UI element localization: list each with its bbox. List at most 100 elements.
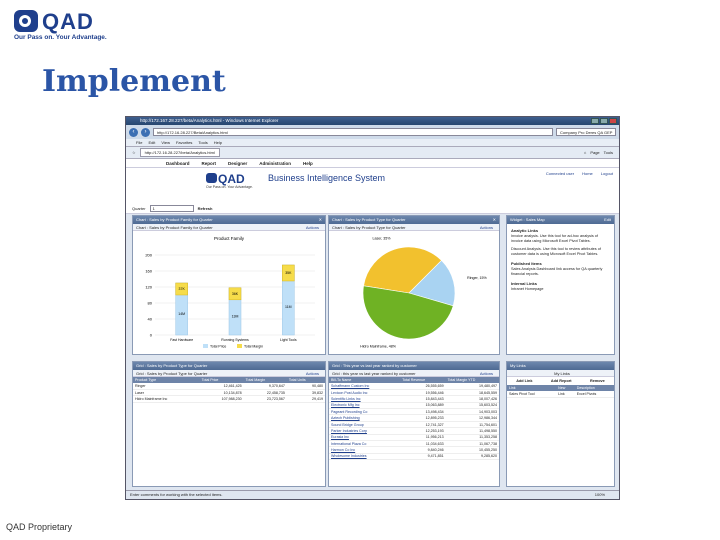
refresh-button[interactable]: Refresh — [198, 206, 213, 211]
product-type-pane: Chart : Sales by Product Type for Quarte… — [328, 215, 500, 355]
menu-favorites[interactable]: Favorites — [176, 139, 192, 146]
product-family-pane: Chart : Sales by Product Family for Quar… — [132, 215, 326, 355]
y-tick-label: 80 — [148, 301, 153, 306]
actions-menu[interactable]: Actions — [306, 224, 319, 231]
pane-header: Chart : Sales by Product Family for Quar… — [133, 216, 325, 224]
logout-link[interactable]: Logout — [601, 171, 613, 176]
company-logo: QAD Our Pass on. Your Advantage. — [14, 9, 124, 44]
table-cell: 29,419 — [286, 395, 325, 403]
pane-subheader: Chart : Sales by Product Family for Quar… — [133, 224, 325, 231]
browser-title-bar: http://172.167.28.227/beta/Analytics.htm… — [126, 117, 619, 125]
app-title: Business Intelligence System — [268, 173, 386, 183]
browser-menu-bar: File Edit View Favorites Tools Help — [126, 139, 619, 147]
data-label: 36K — [232, 292, 239, 296]
app-menu-designer[interactable]: Designer — [228, 159, 247, 167]
bi-logo-icon — [206, 173, 217, 183]
tab-bar: ☆ http://172.16.28.227/beta/Analytics.ht… — [126, 147, 619, 159]
add-report-button[interactable]: Add Report — [551, 379, 572, 383]
actions-menu[interactable]: Actions — [480, 224, 493, 231]
app-menu-report[interactable]: Report — [202, 159, 217, 167]
x-tick-label: Light Tools — [280, 338, 297, 342]
browser-window: http://172.167.28.227/beta/Analytics.htm… — [125, 116, 620, 500]
y-tick-label: 160 — [145, 269, 152, 274]
pane-subheader: Grid : Sales by Product Type for Quarter… — [133, 370, 325, 377]
pane-subheader: Chart : Sales by Product Type for Quarte… — [329, 224, 499, 231]
app-menu-dashboard[interactable]: Dashboard — [166, 159, 190, 167]
menu-view[interactable]: View — [161, 139, 170, 146]
actions-menu[interactable]: Actions — [480, 370, 493, 377]
widget-section-title: Internal Links — [511, 281, 538, 286]
close-pane-icon[interactable]: ✕ — [493, 216, 496, 224]
product-type-grid-pane: Grid : Sales by Product Type for Quarter… — [132, 361, 326, 487]
table-cell: 107,988,230 — [199, 395, 244, 403]
zoom-level[interactable]: 100% — [595, 491, 605, 499]
home-link[interactable]: Home — [582, 171, 593, 176]
legend-swatch — [203, 344, 208, 348]
product-type-table: Product Type Total Price Total Margin Total… — [133, 377, 325, 403]
customer-table: Bill-To Name Total Revenue Total Margin YT… — [329, 377, 499, 461]
y-tick-label: 40 — [148, 317, 153, 322]
widget-section-title: Analytic Links — [511, 228, 539, 233]
home-icon[interactable]: ⌂ — [584, 150, 586, 155]
widget-link[interactable]: Invoice analysis. Use this tool for ad-h… — [511, 234, 610, 244]
data-label: 37K — [179, 287, 186, 291]
table-row[interactable]: Sales Pivot Tool Link Excel Pivots — [507, 391, 614, 398]
footer-text: QAD Proprietary — [6, 522, 73, 532]
maximize-button[interactable] — [600, 118, 608, 124]
pane-subheader: Grid : this year vs last year ranked by … — [329, 370, 499, 377]
tools-menu[interactable]: Tools — [604, 150, 613, 155]
address-toolbar: ‹ › http://172.16.28.227/Beta/Analytics.… — [126, 125, 619, 139]
app-menu-administration[interactable]: Administration — [259, 159, 291, 167]
edit-link[interactable]: Edit — [604, 216, 611, 224]
add-link-button[interactable]: Add Link — [516, 379, 532, 383]
address-input[interactable]: http://172.16.28.227/Beta/Analytics.html — [153, 128, 553, 136]
menu-file[interactable]: File — [136, 139, 142, 146]
remove-button[interactable]: Remove — [590, 379, 605, 383]
pane-header: My Links — [507, 362, 614, 370]
close-pane-icon[interactable]: ✕ — [319, 216, 322, 224]
slice-label: Hidro Mainframe, 48% — [360, 345, 397, 349]
product-type-pie-chart: Laser, 35% Ringer, 15% Hidro Mainframe, 48… — [360, 237, 487, 349]
links-table: Link New Description Sales Pivot Tool Link Ex… — [507, 385, 614, 398]
widget-link[interactable]: Intranet Homepage — [511, 287, 610, 292]
widget-link[interactable]: Sales Analysis Dashboard link access for… — [511, 267, 610, 277]
back-icon[interactable]: ‹ — [129, 127, 138, 137]
x-tick-label: Fast Hardware — [170, 338, 193, 342]
page-menu[interactable]: Page — [590, 150, 599, 155]
sales-map-widget: Widget : Sales Map Edit Analytic Links In… — [506, 215, 615, 355]
slice-label: Ringer, 15% — [467, 276, 487, 280]
data-label: 11M — [285, 305, 292, 309]
table-row[interactable]: Hidro Mainframe Inc 107,988,230 23,723,567… — [133, 395, 325, 403]
table-row[interactable]: Wholesome Industries 9,471,851 9,285,620 — [329, 453, 499, 461]
x-tick-label: Running Systems — [221, 338, 249, 342]
data-label: 13M — [232, 314, 239, 318]
close-window-button[interactable] — [609, 118, 617, 124]
bi-logo-text: QAD — [218, 172, 245, 186]
connected-user: Connected user — [545, 171, 575, 176]
search-input[interactable]: Company Pro Deres QA GEP — [556, 128, 616, 136]
app-tagline: Our Pass on. Your Advantage. — [206, 185, 253, 189]
actions-menu[interactable]: Actions — [306, 370, 319, 377]
app-menu-help[interactable]: Help — [303, 159, 313, 167]
menu-help[interactable]: Help — [214, 139, 222, 146]
widget-link[interactable]: Discount Analysis. Use this tool to revi… — [511, 247, 610, 257]
data-label: 14M — [178, 312, 185, 316]
widget-section-title: Published Items — [511, 261, 542, 266]
pane-header: Chart : Sales by Product Type for Quarte… — [329, 216, 499, 224]
pane-header: Grid : Sales by Product Type for Quarter — [133, 362, 325, 370]
status-bar: Enter comments for working with the sele… — [126, 490, 619, 499]
menu-edit[interactable]: Edit — [148, 139, 155, 146]
menu-tools[interactable]: Tools — [198, 139, 207, 146]
table-cell: 9,471,851 — [400, 453, 446, 461]
y-tick-label: 200 — [145, 253, 152, 258]
logo-text: QAD — [42, 9, 94, 34]
browser-tab[interactable]: http://172.16.28.227/beta/Analytics.html — [139, 148, 220, 157]
data-label: 35K — [285, 271, 292, 275]
chart-title: Product Family — [214, 236, 245, 241]
favorites-star-icon[interactable]: ☆ — [132, 150, 136, 155]
quarter-select[interactable]: 1 — [149, 205, 194, 212]
forward-icon[interactable]: › — [141, 127, 150, 137]
customer-grid-pane: Grid : This year vs last year ranked by … — [328, 361, 500, 487]
app-header: QAD Business Intelligence System Our Pas… — [126, 168, 619, 204]
minimize-button[interactable] — [591, 118, 599, 124]
